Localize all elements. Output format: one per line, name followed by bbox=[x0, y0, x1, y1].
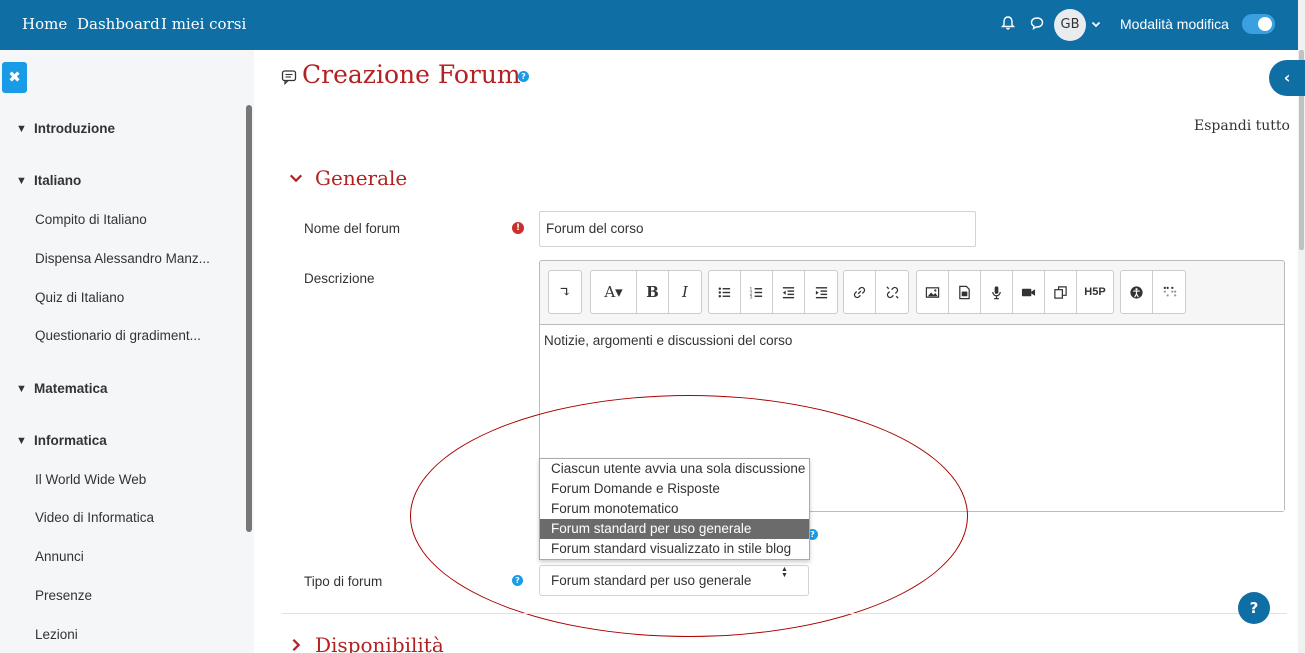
toolbar-toggle-button[interactable]: ↴ bbox=[549, 271, 581, 313]
forum-name-label: Nome del forum bbox=[304, 221, 401, 236]
link-button[interactable] bbox=[844, 271, 876, 313]
description-label: Descrizione bbox=[304, 271, 375, 286]
section-matematica[interactable]: ▼ Matematica bbox=[16, 381, 108, 396]
outdent-button[interactable] bbox=[773, 271, 805, 313]
chevron-down-icon: ▼ bbox=[16, 383, 27, 395]
section-introduzione[interactable]: ▼ Introduzione bbox=[16, 121, 115, 136]
help-fab-button[interactable]: ? bbox=[1238, 592, 1270, 624]
page-title: Creazione Forum bbox=[302, 60, 521, 89]
image-button[interactable] bbox=[917, 271, 949, 313]
unlink-icon bbox=[885, 285, 899, 299]
indent-button[interactable] bbox=[805, 271, 837, 313]
chat-icon[interactable] bbox=[1029, 15, 1047, 33]
bell-icon[interactable] bbox=[1000, 15, 1018, 33]
section-header-title: Disponibilità bbox=[315, 633, 444, 653]
italic-button[interactable]: I bbox=[669, 271, 701, 313]
outdent-icon bbox=[782, 286, 795, 298]
activity-link[interactable]: Quiz di Italiano bbox=[35, 290, 124, 305]
section-divider bbox=[282, 613, 1287, 614]
toolbar-group-links bbox=[843, 270, 909, 314]
activity-link[interactable]: Compito di Italiano bbox=[35, 212, 147, 227]
forum-type-label: Tipo di forum bbox=[304, 574, 383, 589]
ordered-list-button[interactable]: 123 bbox=[741, 271, 773, 313]
section-title: Informatica bbox=[34, 433, 107, 448]
section-header-generale[interactable]: Generale bbox=[289, 166, 407, 190]
media-button[interactable] bbox=[949, 271, 981, 313]
chevron-down-icon bbox=[289, 170, 307, 189]
bullet-list-icon bbox=[718, 287, 731, 297]
expand-all-link[interactable]: Espandi tutto bbox=[1194, 118, 1290, 134]
page-scrollbar[interactable] bbox=[1298, 0, 1305, 653]
nav-dashboard-link[interactable]: Dashboard bbox=[77, 15, 160, 33]
numbered-list-icon: 123 bbox=[749, 286, 763, 300]
course-index-drawer: ✖ ▼ Introduzione ▼ Italiano Compito di Ita… bbox=[0, 50, 254, 653]
h5p-button[interactable]: H5P bbox=[1077, 271, 1113, 313]
braille-icon bbox=[1163, 286, 1176, 296]
chevron-right-icon bbox=[289, 637, 307, 653]
annotation-ellipse bbox=[410, 395, 968, 637]
image-icon bbox=[925, 286, 940, 298]
activity-link[interactable]: Presenze bbox=[35, 588, 92, 603]
toolbar-group-format: A▾ B I bbox=[590, 270, 702, 314]
section-title: Matematica bbox=[34, 381, 108, 396]
toggle-knob bbox=[1258, 17, 1272, 31]
unordered-list-button[interactable] bbox=[709, 271, 741, 313]
forum-name-input[interactable]: Forum del corso bbox=[539, 211, 976, 247]
font-style-button[interactable]: A▾ bbox=[591, 271, 637, 313]
nav-my-courses-link[interactable]: I miei corsi bbox=[161, 15, 246, 33]
activity-link[interactable]: Lezioni bbox=[35, 627, 78, 642]
accessibility-checker-button[interactable] bbox=[1121, 271, 1153, 313]
drawer-scrollbar[interactable] bbox=[246, 105, 252, 532]
file-media-icon bbox=[959, 285, 970, 299]
activity-link[interactable]: Video di Informatica bbox=[35, 510, 154, 525]
video-camera-icon bbox=[1021, 288, 1036, 296]
nav-home-link[interactable]: Home bbox=[22, 15, 67, 33]
top-navbar: Home Dashboard I miei corsi GB Modalità … bbox=[0, 0, 1298, 50]
section-title: Introduzione bbox=[34, 121, 115, 136]
forum-icon bbox=[281, 69, 297, 86]
chevron-down-icon[interactable] bbox=[1090, 18, 1102, 30]
accessibility-icon bbox=[1130, 285, 1143, 299]
toolbar-group-media: H5P bbox=[916, 270, 1114, 314]
record-audio-button[interactable] bbox=[981, 271, 1013, 313]
section-title: Italiano bbox=[34, 173, 82, 188]
chevron-down-icon: ▼ bbox=[16, 435, 27, 447]
manage-files-button[interactable] bbox=[1045, 271, 1077, 313]
activity-link[interactable]: Annunci bbox=[35, 549, 84, 564]
edit-mode-toggle[interactable] bbox=[1242, 14, 1275, 34]
activity-link[interactable]: Questionario di gradiment... bbox=[35, 328, 201, 343]
section-italiano[interactable]: ▼ Italiano bbox=[16, 173, 81, 188]
toolbar-group-accessibility bbox=[1120, 270, 1186, 314]
record-video-button[interactable] bbox=[1013, 271, 1045, 313]
required-icon: ! bbox=[512, 222, 524, 234]
section-informatica[interactable]: ▼ Informatica bbox=[16, 433, 107, 448]
chevron-down-icon: ▼ bbox=[16, 123, 27, 135]
help-icon[interactable]: ? bbox=[518, 71, 529, 82]
activity-link[interactable]: Il World Wide Web bbox=[35, 472, 146, 487]
microphone-icon bbox=[992, 285, 1001, 299]
close-drawer-button[interactable]: ✖ bbox=[2, 62, 27, 93]
section-header-title: Generale bbox=[315, 166, 408, 190]
chevron-down-icon: ▼ bbox=[16, 175, 27, 187]
activity-link[interactable]: Dispensa Alessandro Manz... bbox=[35, 251, 210, 266]
toolbar-group-lists: 123 bbox=[708, 270, 838, 314]
unlink-button[interactable] bbox=[876, 271, 908, 313]
copy-files-icon bbox=[1054, 285, 1067, 299]
link-icon bbox=[853, 286, 866, 298]
user-avatar[interactable]: GB bbox=[1054, 9, 1086, 41]
open-block-drawer-button[interactable]: ‹ bbox=[1269, 60, 1305, 96]
screen-reader-helper-button[interactable] bbox=[1153, 271, 1185, 313]
section-header-disponibilita[interactable]: Disponibilità bbox=[289, 633, 444, 653]
indent-icon bbox=[815, 286, 827, 298]
edit-mode-label: Modalità modifica bbox=[1120, 16, 1229, 32]
toolbar-group-collapse: ↴ bbox=[548, 270, 582, 314]
svg-text:3: 3 bbox=[749, 294, 752, 299]
bold-button[interactable]: B bbox=[637, 271, 669, 313]
